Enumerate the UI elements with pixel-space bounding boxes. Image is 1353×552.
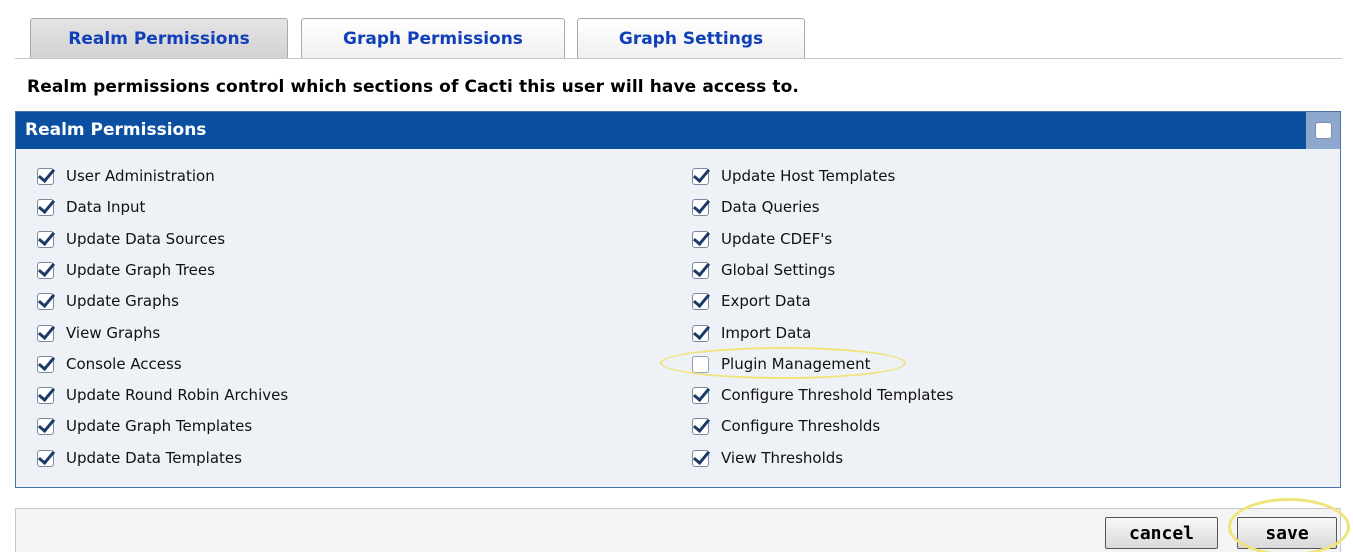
permission-checkbox[interactable] [692,417,709,435]
permission-checkbox[interactable] [692,292,709,310]
tab-graph-permissions[interactable]: Graph Permissions [301,18,565,58]
permission-label: Update Data Sources [66,230,226,248]
permission-checkbox[interactable] [692,449,709,467]
permission-label: View Thresholds [721,449,844,467]
permission-checkbox[interactable] [692,167,709,185]
permission-item[interactable]: Configure Thresholds [692,414,880,438]
select-all-container [1306,112,1340,149]
permission-checkbox[interactable] [37,355,54,373]
permission-item[interactable]: Update Data Sources [37,227,225,251]
permission-checkbox[interactable] [692,198,709,216]
panel-title: Realm Permissions [25,120,207,140]
select-all-checkbox[interactable] [1314,122,1332,139]
permission-item[interactable]: Update Graph Templates [37,414,252,438]
permission-item[interactable]: Update CDEF's [692,227,832,251]
tab-graph-settings[interactable]: Graph Settings [577,18,805,58]
permission-item[interactable]: Global Settings [692,258,835,282]
permission-item[interactable]: Update Graph Trees [37,258,215,282]
permission-label: Console Access [66,355,182,373]
permission-checkbox[interactable] [37,386,54,404]
permission-label: User Administration [66,167,215,185]
permission-label: Global Settings [721,261,836,279]
permission-checkbox[interactable] [37,198,54,216]
section-description: Realm permissions control which sections… [27,77,799,97]
permission-item[interactable]: Update Data Templates [37,446,242,470]
permission-label: Update Graph Templates [66,417,253,435]
tab-divider [15,58,1342,59]
permission-item[interactable]: View Graphs [37,321,160,345]
permission-item[interactable]: Configure Threshold Templates [692,383,953,407]
permission-label: Update Data Templates [66,449,242,467]
permission-label: Data Input [66,198,146,216]
permission-item[interactable]: Export Data [692,289,811,313]
permission-label: Export Data [721,292,811,310]
permission-item[interactable]: View Thresholds [692,446,843,470]
panel-header: Realm Permissions [16,112,1340,149]
permission-checkbox[interactable] [37,230,54,248]
permission-checkbox[interactable] [692,386,709,404]
realm-permissions-panel: Realm Permissions User Administration Dat… [15,111,1341,488]
permission-item[interactable]: User Administration [37,164,215,188]
permission-item[interactable]: Data Input [37,195,145,219]
permission-label: Import Data [721,324,812,342]
permission-checkbox[interactable] [37,324,54,342]
permission-item[interactable]: Update Graphs [37,289,179,313]
permission-checkbox[interactable] [37,449,54,467]
permission-checkbox[interactable] [37,261,54,279]
permission-label: Plugin Management [721,355,871,373]
permission-item[interactable]: Data Queries [692,195,820,219]
permission-label: Configure Threshold Templates [721,386,954,404]
permission-label: Update Host Templates [721,167,896,185]
cancel-button[interactable]: cancel [1105,517,1218,549]
permission-checkbox[interactable] [37,417,54,435]
save-button[interactable]: save [1237,517,1337,549]
permission-item[interactable]: Console Access [37,352,182,376]
page: Realm Permissions Graph Permissions Grap… [0,0,1353,552]
permission-checkbox[interactable] [37,292,54,310]
permission-label: Update Graph Trees [66,261,215,279]
permission-item[interactable]: Update Round Robin Archives [37,383,288,407]
permission-item[interactable]: Import Data [692,321,811,345]
permission-label: Configure Thresholds [721,417,881,435]
permission-label: Update CDEF's [721,230,833,248]
permission-checkbox[interactable] [692,261,709,279]
permission-checkbox[interactable] [692,355,709,373]
permission-label: Data Queries [721,198,820,216]
permission-checkbox[interactable] [692,230,709,248]
permission-label: Update Round Robin Archives [66,386,289,404]
tab-realm-permissions[interactable]: Realm Permissions [30,18,288,58]
permission-checkbox[interactable] [692,324,709,342]
permission-item[interactable]: Plugin Management [692,352,871,376]
permission-item[interactable]: Update Host Templates [692,164,895,188]
permission-checkbox[interactable] [37,167,54,185]
permission-label: Update Graphs [66,292,179,310]
permission-label: View Graphs [66,324,161,342]
